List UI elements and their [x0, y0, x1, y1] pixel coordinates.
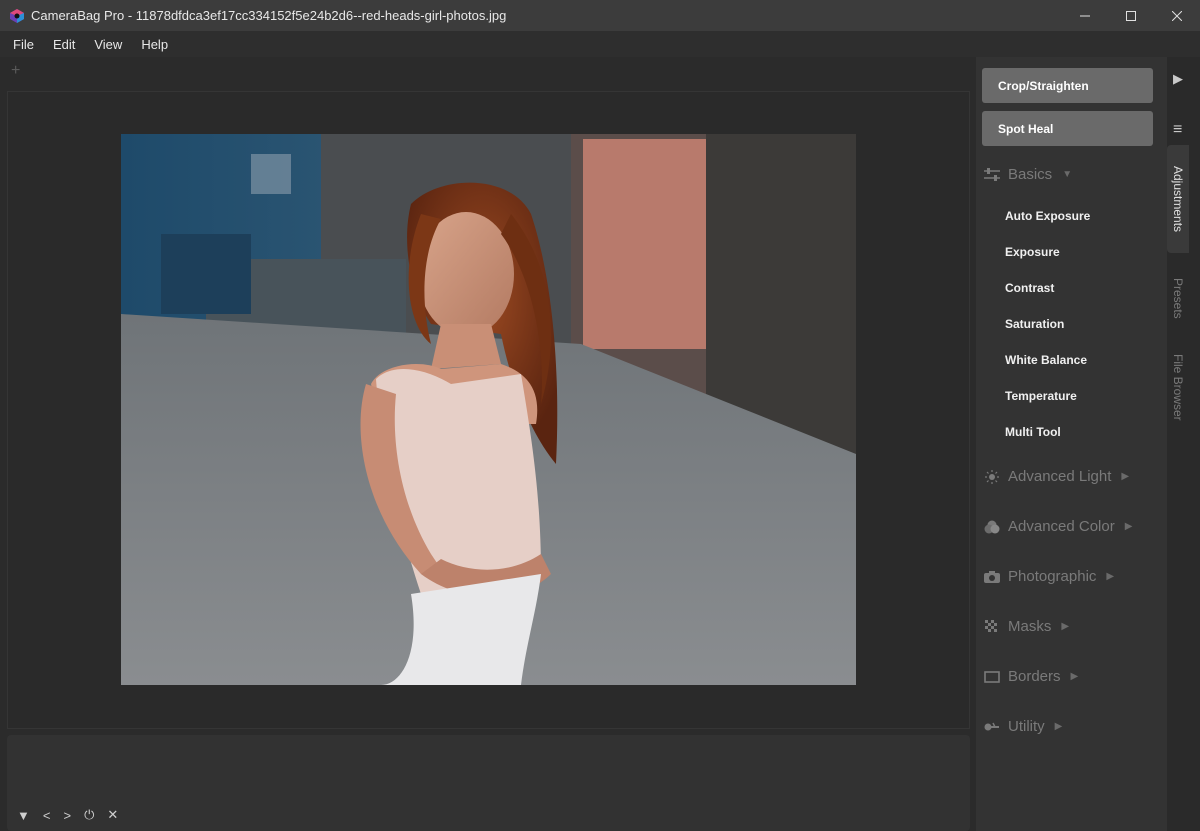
- minimize-button[interactable]: [1062, 0, 1108, 31]
- adjust-temperature[interactable]: Temperature: [1005, 389, 1077, 403]
- title-bar: CameraBag Pro - 11878dfdca3ef17cc334152f…: [0, 0, 1200, 31]
- minimize-icon: [1080, 15, 1090, 16]
- sun-icon: [984, 469, 1000, 485]
- menu-bar: File Edit View Help: [0, 31, 1200, 57]
- adjust-auto-exposure[interactable]: Auto Exposure: [1005, 209, 1090, 223]
- section-photographic-label: Photographic: [1008, 568, 1097, 585]
- tab-presets-label: Presets: [1171, 277, 1185, 319]
- photo-image: [121, 134, 856, 685]
- crop-straighten-button[interactable]: Crop/Straighten: [982, 68, 1153, 103]
- section-masks-label: Masks: [1008, 618, 1052, 635]
- side-tab-bar: ▶ ≡ Adjustments Presets File Browser: [1167, 57, 1200, 831]
- filmstrip-controls: ▼ < > ⏻ ✕: [17, 807, 118, 823]
- section-basics[interactable]: Basics ▼: [984, 166, 1072, 183]
- chevron-right-icon: ▶: [1061, 621, 1070, 632]
- menu-edit[interactable]: Edit: [43, 37, 84, 52]
- menu-file[interactable]: File: [0, 37, 43, 52]
- power-icon[interactable]: ⏻: [84, 807, 94, 823]
- border-frame-icon: [984, 669, 1000, 685]
- close-filmstrip-icon[interactable]: ✕: [107, 807, 118, 823]
- section-utility-label: Utility: [1008, 718, 1045, 735]
- chevron-right-icon: ▶: [1054, 721, 1063, 732]
- adjust-saturation[interactable]: Saturation: [1005, 317, 1064, 331]
- close-icon: [1172, 10, 1182, 21]
- photo-preview[interactable]: [121, 134, 856, 685]
- maximize-button[interactable]: [1108, 0, 1154, 31]
- section-advanced-color[interactable]: Advanced Color ▶: [984, 518, 1132, 535]
- add-tab-button[interactable]: +: [11, 62, 20, 80]
- chevron-right-icon: ▶: [1106, 571, 1115, 582]
- maximize-icon: [1126, 10, 1136, 21]
- section-photographic[interactable]: Photographic ▶: [984, 568, 1114, 585]
- workspace: + ▼ < > ⏻ ✕: [0, 57, 976, 831]
- tab-adjustments[interactable]: Adjustments: [1167, 145, 1189, 253]
- checker-mask-icon: [984, 619, 1000, 635]
- tab-file-browser-label: File Browser: [1171, 353, 1185, 421]
- chevron-right-icon: ▶: [1124, 521, 1133, 532]
- section-masks[interactable]: Masks ▶: [984, 618, 1069, 635]
- camerabag-app-icon: [10, 8, 24, 23]
- tab-presets[interactable]: Presets: [1167, 265, 1189, 331]
- section-advanced-light[interactable]: Advanced Light ▶: [984, 468, 1129, 485]
- spot-heal-button[interactable]: Spot Heal: [982, 111, 1153, 146]
- utility-icon: [984, 719, 1000, 735]
- adjust-contrast[interactable]: Contrast: [1005, 281, 1054, 295]
- color-circles-icon: [984, 519, 1000, 535]
- adjustments-panel: Crop/Straighten Spot Heal Basics ▼ Auto …: [976, 57, 1167, 831]
- section-advanced-light-label: Advanced Light: [1008, 468, 1112, 485]
- section-borders[interactable]: Borders ▶: [984, 668, 1078, 685]
- camera-icon: [984, 569, 1000, 585]
- section-borders-label: Borders: [1008, 668, 1061, 685]
- collapse-icon[interactable]: ▼: [17, 808, 30, 823]
- tab-adjustments-label: Adjustments: [1171, 165, 1185, 233]
- section-advanced-color-label: Advanced Color: [1008, 518, 1115, 535]
- close-button[interactable]: [1154, 0, 1200, 31]
- chevron-down-icon: ▼: [1062, 169, 1073, 180]
- chevron-right-icon: ▶: [1121, 471, 1130, 482]
- panel-toggle-icon[interactable]: ▶: [1173, 71, 1183, 87]
- tab-file-browser[interactable]: File Browser: [1167, 347, 1189, 427]
- filmstrip[interactable]: ▼ < > ⏻ ✕: [7, 735, 970, 831]
- adjust-multi-tool[interactable]: Multi Tool: [1005, 425, 1061, 439]
- sliders-icon: [984, 167, 1000, 183]
- previous-icon[interactable]: <: [43, 808, 51, 823]
- section-utility[interactable]: Utility ▶: [984, 718, 1062, 735]
- menu-view[interactable]: View: [84, 37, 131, 52]
- adjust-exposure[interactable]: Exposure: [1005, 245, 1060, 259]
- adjust-white-balance[interactable]: White Balance: [1005, 353, 1087, 367]
- image-canvas[interactable]: [7, 91, 970, 729]
- window-title: CameraBag Pro - 11878dfdca3ef17cc334152f…: [31, 8, 507, 23]
- next-icon[interactable]: >: [63, 808, 71, 823]
- panel-menu-icon[interactable]: ≡: [1173, 121, 1182, 139]
- menu-help[interactable]: Help: [131, 37, 177, 52]
- chevron-right-icon: ▶: [1070, 671, 1079, 682]
- section-basics-label: Basics: [1008, 166, 1053, 183]
